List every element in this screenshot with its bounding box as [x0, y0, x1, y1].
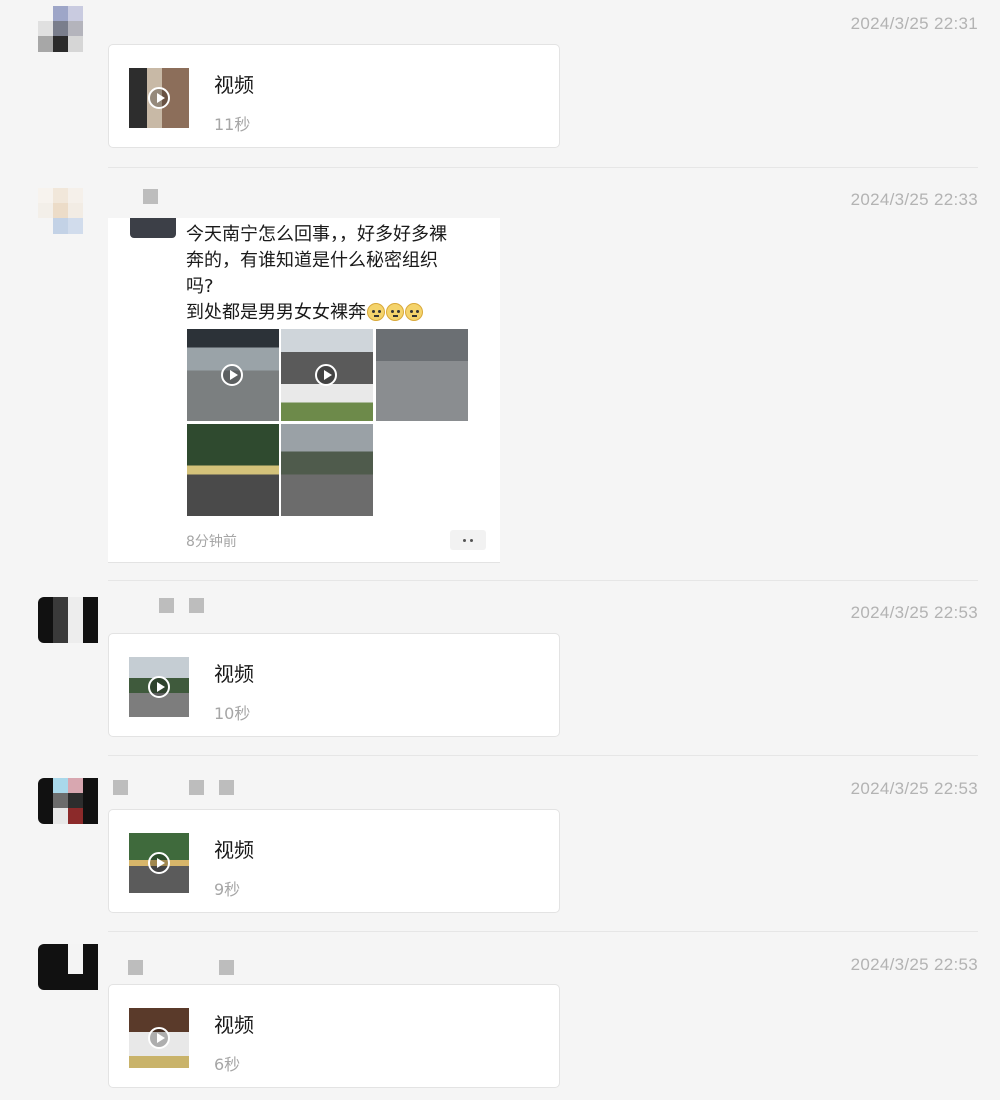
divider [108, 755, 978, 756]
avatar[interactable] [38, 597, 98, 643]
post-text-line: 到处都是男男女女裸奔 [186, 300, 486, 326]
post-image[interactable] [376, 329, 468, 421]
video-card[interactable]: 视频 6秒 [108, 984, 560, 1088]
video-thumbnail[interactable] [129, 1008, 189, 1068]
worried-face-emoji [405, 303, 423, 321]
post-text-line: 奔的，有谁知道是什么秘密组织 [186, 250, 438, 271]
divider [108, 580, 978, 581]
video-title: 视频 [214, 73, 254, 97]
post-author-avatar [130, 218, 176, 238]
avatar[interactable] [38, 944, 98, 990]
message-time: 2024/3/25 22:53 [850, 603, 978, 622]
post-image[interactable] [281, 329, 373, 421]
divider [108, 167, 978, 168]
video-title: 视频 [214, 838, 254, 862]
message-time: 2024/3/25 22:31 [850, 14, 978, 33]
post-image[interactable] [281, 424, 373, 516]
forwarded-moment-post[interactable]: 今天南宁怎么回事，，好多好多裸 奔的，有谁知道是什么秘密组织 吗? 到处都是男男… [108, 218, 500, 563]
video-card[interactable]: 视频 11秒 [108, 44, 560, 148]
play-icon [148, 1027, 170, 1049]
avatar[interactable] [38, 6, 98, 52]
video-duration: 6秒 [214, 1055, 241, 1074]
video-title: 视频 [214, 1013, 254, 1037]
post-image[interactable] [187, 424, 279, 516]
divider [108, 931, 978, 932]
worried-face-emoji [386, 303, 404, 321]
post-text-line-4: 到处都是男男女女裸奔 [186, 302, 366, 323]
video-card[interactable]: 视频 9秒 [108, 809, 560, 913]
message-time: 2024/3/25 22:33 [850, 190, 978, 209]
post-image[interactable] [187, 329, 279, 421]
post-text: 今天南宁怎么回事，，好多好多裸 奔的，有谁知道是什么秘密组织 吗? 到处都是男男… [186, 222, 486, 326]
play-icon [148, 852, 170, 874]
video-duration: 11秒 [214, 115, 251, 134]
video-title: 视频 [214, 662, 254, 686]
worried-face-emoji [367, 303, 385, 321]
video-card[interactable]: 视频 10秒 [108, 633, 560, 737]
play-icon [148, 87, 170, 109]
message-time: 2024/3/25 22:53 [850, 955, 978, 974]
video-duration: 10秒 [214, 704, 251, 723]
play-icon [221, 364, 243, 386]
more-dots-icon[interactable] [450, 530, 486, 550]
avatar[interactable] [38, 188, 98, 234]
post-text-line: 今天南宁怎么回事，，好多好多裸 [186, 224, 447, 245]
post-text-line: 吗? [186, 276, 214, 297]
video-thumbnail[interactable] [129, 833, 189, 893]
video-thumbnail[interactable] [129, 657, 189, 717]
avatar[interactable] [38, 778, 98, 824]
play-icon [315, 364, 337, 386]
post-time-ago: 8分钟前 [186, 534, 237, 550]
video-duration: 9秒 [214, 880, 241, 899]
play-icon [148, 676, 170, 698]
video-thumbnail[interactable] [129, 68, 189, 128]
message-time: 2024/3/25 22:53 [850, 779, 978, 798]
